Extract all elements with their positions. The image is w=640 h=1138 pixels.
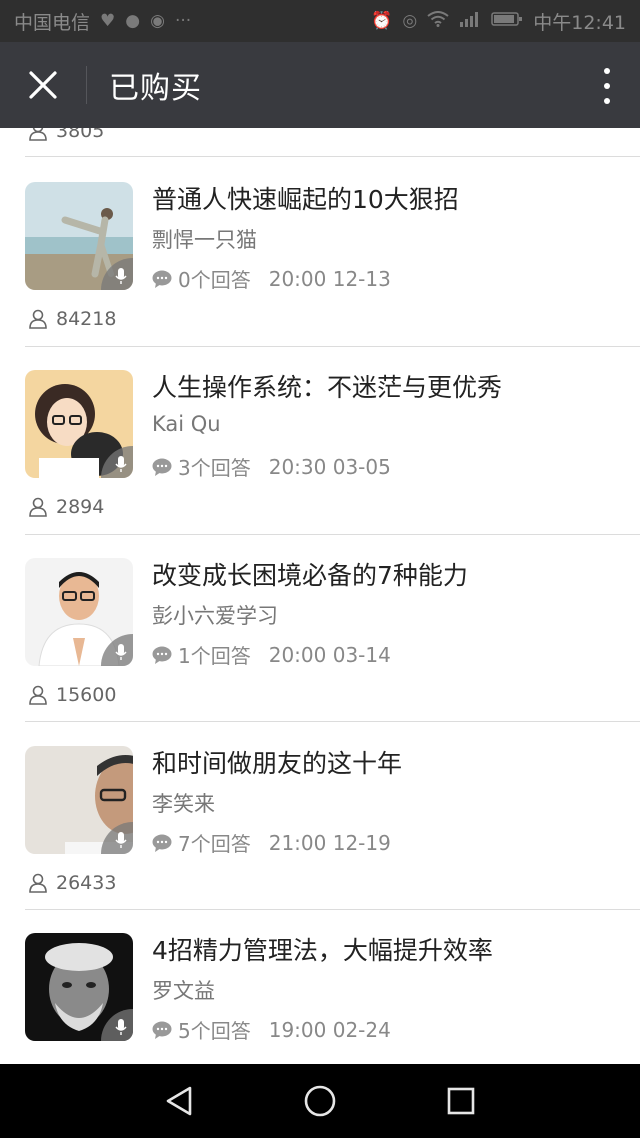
course-title: 人生操作系统：不迷茫与更优秀 <box>152 373 503 402</box>
more-vertical-icon <box>604 68 610 74</box>
course-meta: 1个回答 20:00 03-14 <box>152 640 391 669</box>
more-dots-icon: ··· <box>174 11 192 31</box>
course-time: 21:00 12-19 <box>268 830 391 855</box>
eye-icon: ◎ <box>402 11 418 31</box>
course-title: 4招精力管理法，大幅提升效率 <box>152 936 493 965</box>
microphone-icon <box>115 644 127 660</box>
course-meta: 7个回答 21:00 12-19 <box>152 828 391 857</box>
microphone-icon <box>115 832 127 848</box>
course-time: 20:30 03-05 <box>268 454 391 479</box>
microphone-icon <box>115 456 127 472</box>
microphone-icon <box>115 268 127 284</box>
answer-count: 5个回答 <box>178 1019 251 1043</box>
course-time: 19:00 02-24 <box>268 1017 391 1042</box>
header-divider <box>86 66 87 104</box>
course-meta: 5个回答 19:00 02-24 <box>152 1015 391 1044</box>
answer-count: 1个回答 <box>178 644 251 668</box>
course-thumbnail <box>25 558 133 666</box>
list-item[interactable]: 改变成长困境必备的7种能力 彭小六爱学习 1个回答 20:00 03-14 15… <box>0 534 640 722</box>
battery-icon <box>491 11 523 32</box>
person-icon <box>29 128 47 141</box>
listener-count: 2894 <box>28 496 104 518</box>
app-icon: ● <box>125 11 141 31</box>
list-item[interactable]: 4招精力管理法，大幅提升效率 罗文益 5个回答 19:00 02-24 <box>0 909 640 1064</box>
divider <box>25 156 640 157</box>
more-menu-button[interactable] <box>602 68 612 104</box>
course-time: 20:00 03-14 <box>268 642 391 667</box>
chat-icon: ◉ <box>150 11 165 31</box>
status-bar: 中国电信 ♥ ● ◉ ··· ⏰ ◎ 中午12:41 <box>0 0 640 42</box>
listener-count: 3805 <box>28 128 104 142</box>
comment-icon <box>152 1021 172 1039</box>
purchased-list[interactable]: 3805 普通人快速崛起的10大狠招 剽悍一只猫 0个回答 20:00 12-1… <box>0 128 640 1064</box>
recents-square-icon[interactable] <box>446 1086 476 1116</box>
person-icon <box>29 873 47 893</box>
wifi-icon <box>427 10 449 32</box>
comment-icon <box>152 834 172 852</box>
app-header: 已购买 <box>0 42 640 128</box>
back-triangle-icon[interactable] <box>164 1085 194 1117</box>
course-thumbnail <box>25 746 133 854</box>
course-time: 20:00 12-13 <box>268 266 391 291</box>
listener-count: 26433 <box>28 872 116 894</box>
carrier-label: 中国电信 <box>14 11 91 34</box>
course-meta: 0个回答 20:00 12-13 <box>152 264 391 293</box>
course-meta: 3个回答 20:30 03-05 <box>152 452 391 481</box>
close-button[interactable] <box>0 42 86 128</box>
list-item[interactable]: 普通人快速崛起的10大狠招 剽悍一只猫 0个回答 20:00 12-13 842… <box>0 158 640 346</box>
list-item[interactable]: 和时间做朋友的这十年 李笑来 7个回答 21:00 12-19 26433 <box>0 722 640 910</box>
course-title: 普通人快速崛起的10大狠招 <box>152 185 459 214</box>
listener-count: 15600 <box>28 684 116 706</box>
page-title: 已购买 <box>109 71 202 106</box>
home-circle-icon[interactable] <box>303 1084 337 1118</box>
course-title: 和时间做朋友的这十年 <box>152 749 403 778</box>
microphone-icon <box>115 1019 127 1035</box>
course-thumbnail <box>25 933 133 1041</box>
course-thumbnail <box>25 370 133 478</box>
comment-icon <box>152 646 172 664</box>
course-author: 彭小六爱学习 <box>152 604 278 628</box>
course-thumbnail <box>25 182 133 290</box>
answer-count: 3个回答 <box>178 456 251 480</box>
person-icon <box>29 497 47 517</box>
comment-icon <box>152 270 172 288</box>
clock: 中午12:41 <box>533 11 626 34</box>
course-title: 改变成长困境必备的7种能力 <box>152 561 468 590</box>
comment-icon <box>152 458 172 476</box>
close-icon <box>29 71 57 99</box>
alarm-icon: ⏰ <box>371 11 393 31</box>
person-icon <box>29 309 47 329</box>
signal-icon <box>459 11 481 32</box>
course-author: Kai Qu <box>152 412 221 436</box>
listener-count: 84218 <box>28 308 116 330</box>
list-item[interactable]: 人生操作系统：不迷茫与更优秀 Kai Qu 3个回答 20:30 03-05 2… <box>0 346 640 534</box>
system-nav-bar <box>0 1064 640 1138</box>
course-author: 李笑来 <box>152 792 215 816</box>
person-icon <box>29 685 47 705</box>
answer-count: 0个回答 <box>178 268 251 292</box>
answer-count: 7个回答 <box>178 832 251 856</box>
course-author: 剽悍一只猫 <box>152 228 257 252</box>
heart-icon: ♥ <box>100 11 116 31</box>
course-author: 罗文益 <box>152 979 215 1003</box>
